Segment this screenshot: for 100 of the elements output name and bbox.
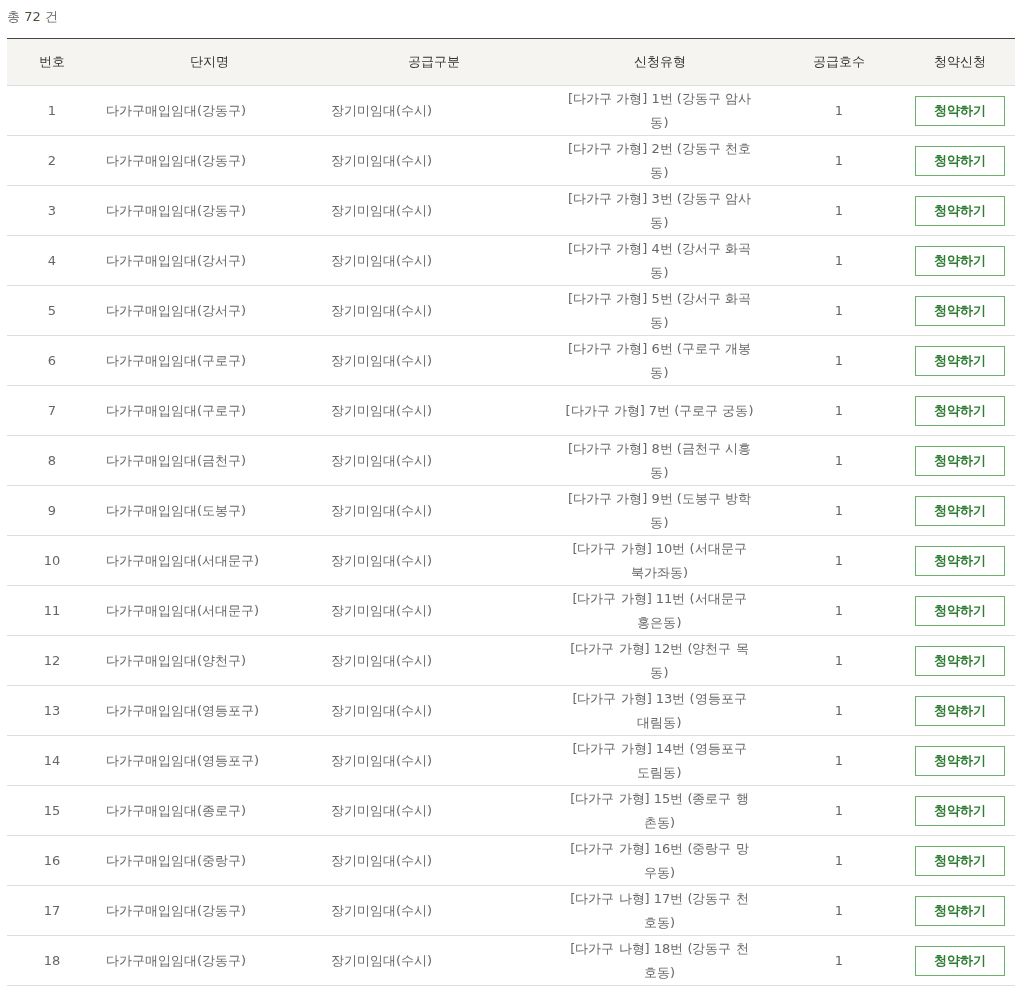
table-cell: [다가구 가형] 10번 (서대문구 북가좌동) bbox=[546, 535, 773, 586]
table-cell: 장기미임대(수시) bbox=[322, 485, 546, 536]
table-cell: 16 bbox=[7, 835, 97, 886]
apply-button[interactable]: 청약하기 bbox=[915, 895, 1005, 926]
apply-button[interactable]: 청약하기 bbox=[915, 745, 1005, 776]
apply-button[interactable]: 청약하기 bbox=[915, 345, 1005, 376]
table-cell: 1 bbox=[773, 935, 905, 986]
column-header: 단지명 bbox=[97, 38, 322, 86]
table-cell: 1 bbox=[773, 185, 905, 236]
table-cell: [다가구 가형] 2번 (강동구 천호동) bbox=[546, 135, 773, 186]
table-cell: 다가구매입임대(양천구) bbox=[97, 635, 322, 686]
apply-button[interactable]: 청약하기 bbox=[915, 695, 1005, 726]
table-cell: 8 bbox=[7, 435, 97, 486]
table-cell: 3 bbox=[7, 185, 97, 236]
table-cell: 1 bbox=[773, 535, 905, 586]
table-cell: 18 bbox=[7, 935, 97, 986]
table-cell: 다가구매입임대(구로구) bbox=[97, 385, 322, 436]
apply-button[interactable]: 청약하기 bbox=[915, 395, 1005, 426]
apply-button[interactable]: 청약하기 bbox=[915, 795, 1005, 826]
table-cell: 다가구매입임대(서대문구) bbox=[97, 585, 322, 636]
table-cell: 17 bbox=[7, 885, 97, 936]
table-cell: 1 bbox=[7, 85, 97, 136]
apply-button[interactable]: 청약하기 bbox=[915, 145, 1005, 176]
table-cell: [다가구 가형] 15번 (종로구 행촌동) bbox=[546, 785, 773, 836]
apply-button[interactable]: 청약하기 bbox=[915, 595, 1005, 626]
table-cell: 장기미임대(수시) bbox=[322, 185, 546, 236]
table-cell: 장기미임대(수시) bbox=[322, 885, 546, 936]
table-cell: [다가구 가형] 13번 (영등포구 대림동) bbox=[546, 685, 773, 736]
table-cell: 13 bbox=[7, 685, 97, 736]
table-cell: 다가구매입임대(강동구) bbox=[97, 185, 322, 236]
table-cell: 1 bbox=[773, 635, 905, 686]
table-cell: 장기미임대(수시) bbox=[322, 235, 546, 286]
table-cell: 4 bbox=[7, 235, 97, 286]
table-cell: [다가구 나형] 17번 (강동구 천호동) bbox=[546, 885, 773, 936]
apply-button[interactable]: 청약하기 bbox=[915, 845, 1005, 876]
apply-button[interactable]: 청약하기 bbox=[915, 945, 1005, 976]
table-cell: 장기미임대(수시) bbox=[322, 635, 546, 686]
apply-button[interactable]: 청약하기 bbox=[915, 645, 1005, 676]
table-cell: 1 bbox=[773, 735, 905, 786]
table-cell: 장기미임대(수시) bbox=[322, 135, 546, 186]
table-cell: 1 bbox=[773, 685, 905, 736]
table-cell: [다가구 가형] 3번 (강동구 암사동) bbox=[546, 185, 773, 236]
table-cell: 다가구매입임대(영등포구) bbox=[97, 735, 322, 786]
table-cell: 1 bbox=[773, 335, 905, 386]
table-cell: 1 bbox=[773, 385, 905, 436]
table-cell: 12 bbox=[7, 635, 97, 686]
table-cell: [다가구 가형] 9번 (도봉구 방학동) bbox=[546, 485, 773, 536]
table-cell: [다가구 나형] 18번 (강동구 천호동) bbox=[546, 935, 773, 986]
table-cell: 10 bbox=[7, 535, 97, 586]
table-cell: 다가구매입임대(종로구) bbox=[97, 785, 322, 836]
table-cell: 다가구매입임대(강동구) bbox=[97, 935, 322, 986]
table-cell: 1 bbox=[773, 435, 905, 486]
table-cell: [다가구 가형] 11번 (서대문구 홍은동) bbox=[546, 585, 773, 636]
apply-button[interactable]: 청약하기 bbox=[915, 245, 1005, 276]
table-cell: 장기미임대(수시) bbox=[322, 535, 546, 586]
column-header: 청약신청 bbox=[905, 38, 1015, 86]
table-cell: 다가구매입임대(도봉구) bbox=[97, 485, 322, 536]
table-cell: 다가구매입임대(강동구) bbox=[97, 885, 322, 936]
table-cell: 1 bbox=[773, 785, 905, 836]
table-cell: 다가구매입임대(강동구) bbox=[97, 85, 322, 136]
table-cell: 장기미임대(수시) bbox=[322, 785, 546, 836]
table-cell: 1 bbox=[773, 235, 905, 286]
table-cell: 장기미임대(수시) bbox=[322, 585, 546, 636]
table-cell: [다가구 가형] 8번 (금천구 시흥동) bbox=[546, 435, 773, 486]
apply-button[interactable]: 청약하기 bbox=[915, 445, 1005, 476]
table-cell: 6 bbox=[7, 335, 97, 386]
table-cell: 5 bbox=[7, 285, 97, 336]
table-cell: 장기미임대(수시) bbox=[322, 285, 546, 336]
table-cell: 1 bbox=[773, 885, 905, 936]
apply-button[interactable]: 청약하기 bbox=[915, 295, 1005, 326]
table-cell: 장기미임대(수시) bbox=[322, 85, 546, 136]
table-cell: [다가구 가형] 16번 (중랑구 망우동) bbox=[546, 835, 773, 886]
table-cell: 14 bbox=[7, 735, 97, 786]
table-cell: 1 bbox=[773, 85, 905, 136]
apply-button[interactable]: 청약하기 bbox=[915, 545, 1005, 576]
table-cell: [다가구 가형] 4번 (강서구 화곡동) bbox=[546, 235, 773, 286]
table-cell: [다가구 가형] 1번 (강동구 암사동) bbox=[546, 85, 773, 136]
table-cell: [다가구 가형] 14번 (영등포구 도림동) bbox=[546, 735, 773, 786]
column-header: 번호 bbox=[7, 38, 97, 86]
apply-button[interactable]: 청약하기 bbox=[915, 495, 1005, 526]
table-cell: 다가구매입임대(영등포구) bbox=[97, 685, 322, 736]
table-cell: 1 bbox=[773, 485, 905, 536]
table-cell: 1 bbox=[773, 835, 905, 886]
table-cell: 2 bbox=[7, 135, 97, 186]
table-cell: 다가구매입임대(금천구) bbox=[97, 435, 322, 486]
table-cell: 장기미임대(수시) bbox=[322, 335, 546, 386]
table-cell: 1 bbox=[773, 135, 905, 186]
apply-button[interactable]: 청약하기 bbox=[915, 195, 1005, 226]
apply-button[interactable]: 청약하기 bbox=[915, 95, 1005, 126]
table-cell: 장기미임대(수시) bbox=[322, 435, 546, 486]
column-header: 신청유형 bbox=[546, 38, 773, 86]
table-cell: 9 bbox=[7, 485, 97, 536]
table-cell: 장기미임대(수시) bbox=[322, 685, 546, 736]
table-cell: [다가구 가형] 6번 (구로구 개봉동) bbox=[546, 335, 773, 386]
table-cell: [다가구 가형] 12번 (양천구 목동) bbox=[546, 635, 773, 686]
table-cell: 11 bbox=[7, 585, 97, 636]
table-cell: 장기미임대(수시) bbox=[322, 385, 546, 436]
table-cell: 다가구매입임대(서대문구) bbox=[97, 535, 322, 586]
table-cell: 장기미임대(수시) bbox=[322, 735, 546, 786]
table-cell: 장기미임대(수시) bbox=[322, 935, 546, 986]
